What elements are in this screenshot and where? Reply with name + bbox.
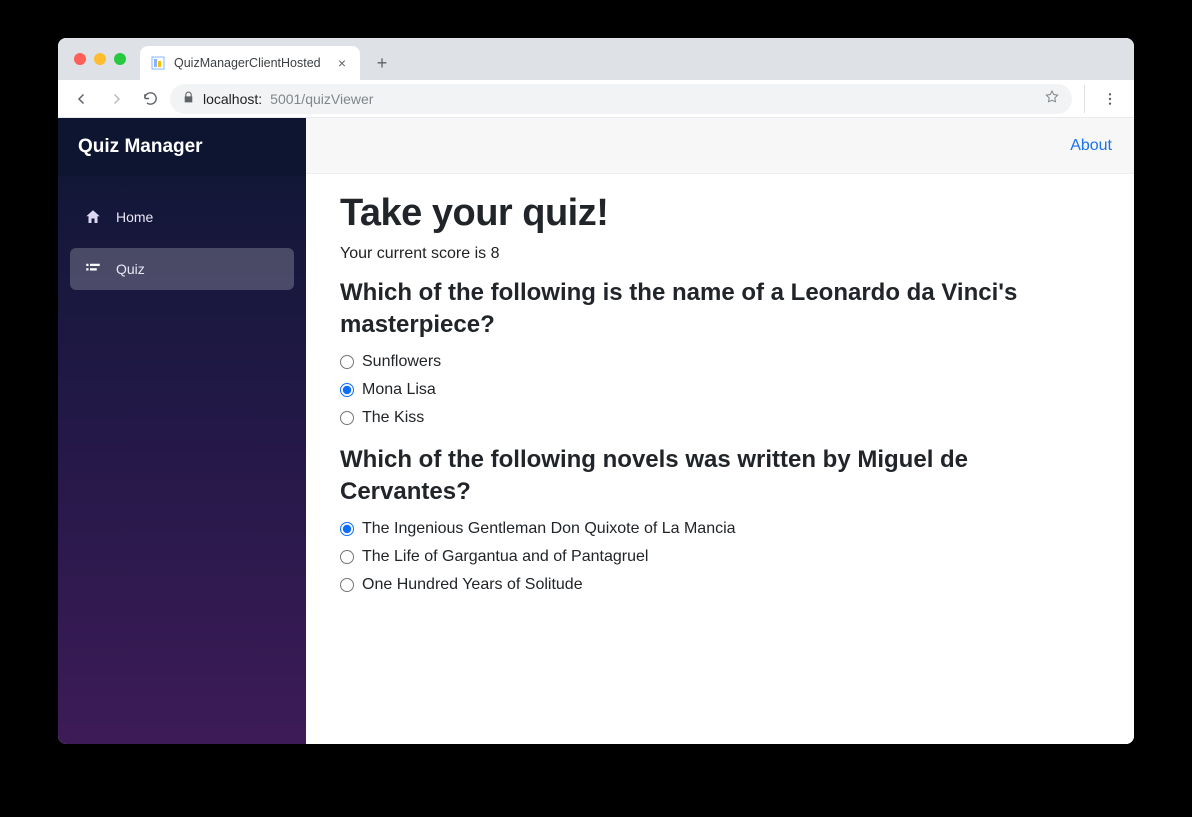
quiz-option-label: One Hundred Years of Solitude bbox=[362, 573, 583, 597]
quiz-page: Take your quiz! Your current score is 8 … bbox=[306, 174, 1134, 619]
page-content: Quiz Manager Home Quiz About bbox=[58, 118, 1134, 744]
reload-button[interactable] bbox=[136, 85, 164, 113]
browser-window: QuizManagerClientHosted × + localhost: 50… bbox=[58, 38, 1134, 744]
score-prefix: Your current score is bbox=[340, 245, 491, 262]
list-icon bbox=[84, 260, 102, 278]
quiz-option-radio[interactable] bbox=[340, 383, 354, 397]
quiz-option-radio[interactable] bbox=[340, 411, 354, 425]
quiz-option[interactable]: Sunflowers bbox=[340, 350, 1100, 374]
arrow-right-icon bbox=[107, 90, 125, 108]
quiz-option-label: The Ingenious Gentleman Don Quixote of L… bbox=[362, 517, 736, 541]
quiz-option[interactable]: One Hundred Years of Solitude bbox=[340, 573, 1100, 597]
quiz-option[interactable]: Mona Lisa bbox=[340, 378, 1100, 402]
lock-icon bbox=[182, 91, 195, 107]
quiz-option[interactable]: The Ingenious Gentleman Don Quixote of L… bbox=[340, 517, 1100, 541]
question-text: Which of the following novels was writte… bbox=[340, 444, 1100, 509]
window-maximize-button[interactable] bbox=[114, 53, 126, 65]
browser-menu-button[interactable] bbox=[1096, 85, 1124, 113]
toolbar-separator bbox=[1084, 85, 1124, 113]
question-text: Which of the following is the name of a … bbox=[340, 277, 1100, 342]
browser-toolbar: localhost: 5001/quizViewer bbox=[58, 80, 1134, 118]
sidebar-item-label: Quiz bbox=[116, 261, 145, 277]
sidebar-nav: Home Quiz bbox=[58, 176, 306, 310]
quiz-option-label: The Kiss bbox=[362, 406, 424, 430]
sidebar-item-quiz[interactable]: Quiz bbox=[70, 248, 294, 290]
window-close-button[interactable] bbox=[74, 53, 86, 65]
home-icon bbox=[84, 208, 102, 226]
back-button[interactable] bbox=[68, 85, 96, 113]
tab-title: QuizManagerClientHosted bbox=[174, 56, 326, 70]
score-value: 8 bbox=[491, 245, 500, 262]
url-host: localhost: bbox=[203, 91, 262, 107]
bookmark-star-button[interactable] bbox=[1044, 89, 1060, 108]
tab-favicon-icon bbox=[150, 55, 166, 71]
question-options: Sunflowers Mona Lisa The Kiss bbox=[340, 350, 1100, 430]
question-options: The Ingenious Gentleman Don Quixote of L… bbox=[340, 517, 1100, 597]
topbar: About bbox=[306, 118, 1134, 174]
page-title: Take your quiz! bbox=[340, 192, 1100, 235]
quiz-option[interactable]: The Kiss bbox=[340, 406, 1100, 430]
url-path: 5001/quizViewer bbox=[270, 91, 373, 107]
quiz-option-radio[interactable] bbox=[340, 550, 354, 564]
sidebar: Quiz Manager Home Quiz bbox=[58, 118, 306, 744]
quiz-option-label: The Life of Gargantua and of Pantagruel bbox=[362, 545, 648, 569]
reload-icon bbox=[142, 90, 159, 107]
quiz-option-label: Mona Lisa bbox=[362, 378, 436, 402]
about-link[interactable]: About bbox=[1070, 137, 1112, 155]
kebab-icon bbox=[1102, 91, 1118, 107]
quiz-option-radio[interactable] bbox=[340, 578, 354, 592]
quiz-option-label: Sunflowers bbox=[362, 350, 441, 374]
address-bar[interactable]: localhost: 5001/quizViewer bbox=[170, 84, 1072, 114]
new-tab-button[interactable]: + bbox=[368, 49, 396, 77]
arrow-left-icon bbox=[73, 90, 91, 108]
quiz-option-radio[interactable] bbox=[340, 522, 354, 536]
score-line: Your current score is 8 bbox=[340, 245, 1100, 263]
forward-button[interactable] bbox=[102, 85, 130, 113]
sidebar-brand: Quiz Manager bbox=[58, 118, 306, 176]
tab-strip: QuizManagerClientHosted × + bbox=[58, 38, 1134, 80]
window-minimize-button[interactable] bbox=[94, 53, 106, 65]
tab-close-button[interactable]: × bbox=[334, 55, 350, 71]
window-controls bbox=[68, 38, 132, 80]
browser-tab[interactable]: QuizManagerClientHosted × bbox=[140, 46, 360, 80]
quiz-option[interactable]: The Life of Gargantua and of Pantagruel bbox=[340, 545, 1100, 569]
main-area: About Take your quiz! Your current score… bbox=[306, 118, 1134, 744]
quiz-option-radio[interactable] bbox=[340, 355, 354, 369]
sidebar-item-label: Home bbox=[116, 209, 153, 225]
sidebar-item-home[interactable]: Home bbox=[70, 196, 294, 238]
plus-icon: + bbox=[377, 53, 388, 74]
